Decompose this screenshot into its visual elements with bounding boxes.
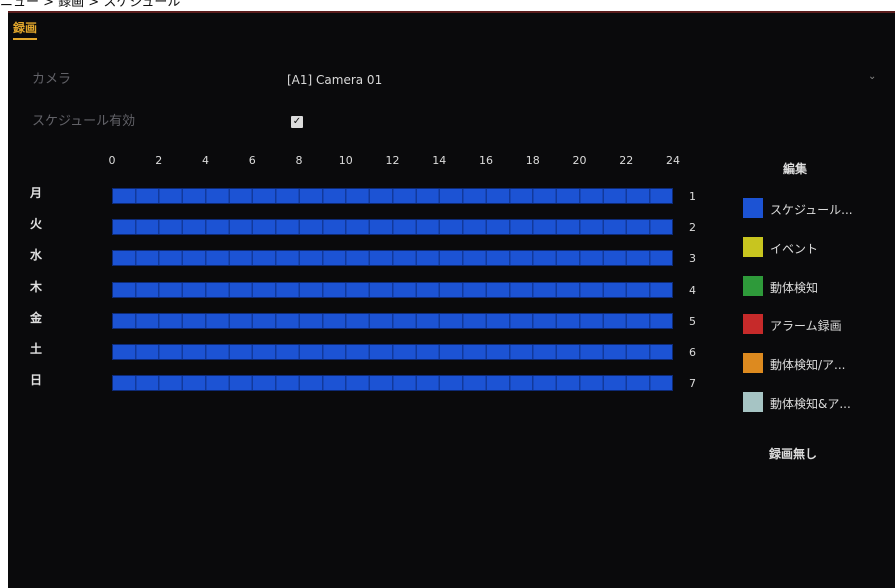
hour-label: 20 [572, 154, 587, 167]
legend-label[interactable]: 動体検知/ア... [770, 356, 846, 373]
hour-label: 24 [666, 154, 680, 167]
no-record-button[interactable]: 録画無し [769, 445, 817, 462]
hour-label: 14 [432, 154, 447, 167]
day-label: 日 [30, 373, 43, 388]
legend-swatch[interactable] [743, 392, 763, 412]
schedule-bar[interactable] [112, 281, 673, 298]
hour-label: 6 [248, 154, 256, 167]
copy-row-number[interactable]: 5 [689, 315, 696, 328]
legend-swatch[interactable] [743, 275, 763, 296]
hour-label: 4 [202, 154, 209, 167]
copy-row-number[interactable]: 1 [689, 190, 696, 203]
legend-label[interactable]: 動体検知 [770, 279, 818, 296]
legend-swatch[interactable] [743, 236, 763, 257]
breadcrumb: ニュー > 録画 > スケジュール [0, 0, 181, 10]
schedule-bar[interactable] [112, 344, 673, 360]
copy-row-number[interactable]: 2 [689, 221, 696, 234]
copy-row-number[interactable]: 3 [689, 252, 696, 265]
schedule-bar[interactable] [112, 375, 673, 392]
hour-label: 8 [295, 154, 303, 167]
edit-title[interactable]: 編集 [783, 160, 807, 177]
day-label: 木 [30, 279, 43, 294]
hour-label: 22 [619, 154, 634, 167]
day-label: 土 [30, 342, 43, 356]
legend-label[interactable]: スケジュール... [770, 201, 853, 218]
tab-recording[interactable]: 録画 [13, 19, 38, 40]
hour-label: 0 [108, 154, 116, 167]
record-schedule-screen: 録画 カメラ [A1] Camera 01 ⌄ スケジュール有効 ✓ 02468… [8, 11, 895, 588]
legend-label[interactable]: イベント [770, 240, 818, 257]
schedule-enable-checkbox[interactable]: ✓ [291, 116, 303, 128]
schedule-enable-label: スケジュール有効 [32, 114, 136, 129]
legend-swatch[interactable] [743, 198, 763, 218]
hour-label: 10 [338, 154, 353, 167]
camera-select[interactable]: [A1] Camera 01 [287, 73, 382, 87]
legend-swatch[interactable] [743, 353, 763, 374]
copy-row-number[interactable]: 6 [689, 346, 696, 359]
copy-row-number[interactable]: 4 [689, 284, 696, 297]
hour-label: 16 [479, 154, 493, 167]
legend-label[interactable]: アラーム録画 [770, 317, 842, 334]
schedule-bar[interactable] [112, 219, 673, 236]
day-label: 水 [30, 248, 43, 263]
copy-row-number[interactable]: 7 [689, 377, 696, 390]
schedule-bar[interactable] [112, 312, 673, 329]
day-label: 金 [30, 310, 43, 325]
chevron-down-icon[interactable]: ⌄ [868, 71, 876, 82]
schedule-bar[interactable] [112, 250, 673, 267]
legend-label[interactable]: 動体検知&ア... [770, 395, 851, 412]
legend-swatch[interactable] [743, 314, 763, 335]
hour-label: 12 [385, 154, 400, 167]
day-label: 月 [30, 186, 43, 200]
day-label: 火 [30, 217, 43, 232]
camera-label: カメラ [32, 72, 72, 87]
schedule-bar[interactable] [112, 188, 673, 204]
hour-label: 2 [155, 154, 163, 167]
hour-label: 18 [525, 154, 540, 167]
